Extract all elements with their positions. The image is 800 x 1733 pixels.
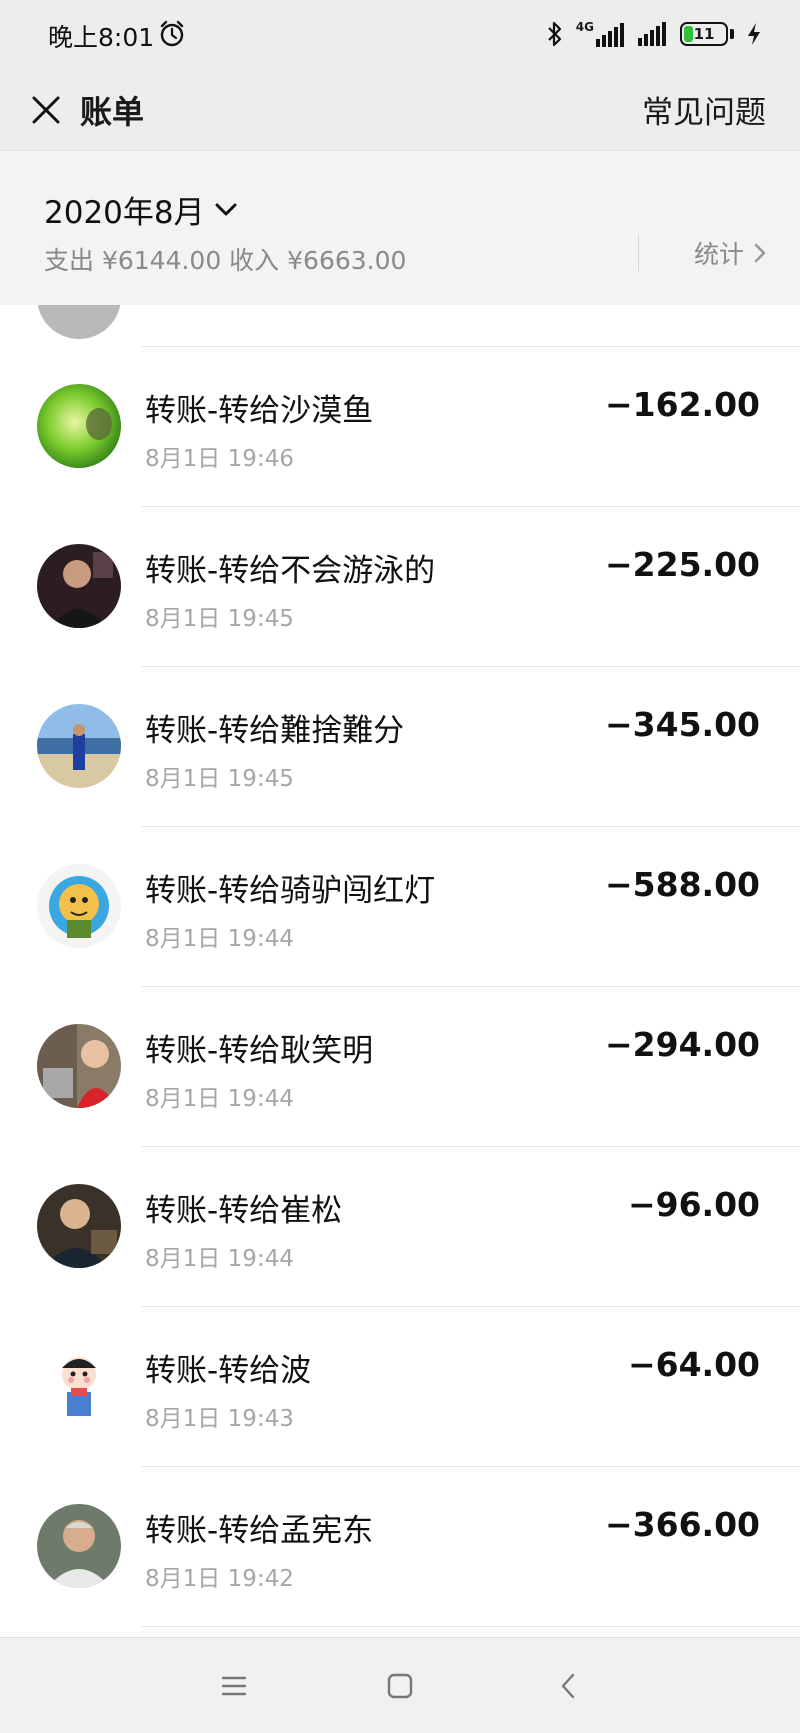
statistics-label: 统计 bbox=[693, 240, 744, 269]
transaction-amount: −96.00 bbox=[627, 1185, 760, 1224]
avatar bbox=[37, 1504, 121, 1588]
avatar bbox=[37, 544, 121, 628]
transaction-title: 转账-转给不会游泳的 bbox=[145, 553, 436, 589]
list-item[interactable]: 转账-转给崔松 8月1日 19:44 −96.00 bbox=[0, 1147, 800, 1307]
home-icon bbox=[387, 1673, 413, 1699]
avatar bbox=[37, 1184, 121, 1268]
month-label: 2020年8月 bbox=[44, 195, 205, 231]
avatar bbox=[37, 1024, 121, 1108]
transaction-title: 转账-转给難捨難分 bbox=[145, 713, 405, 749]
home-button[interactable] bbox=[382, 1668, 418, 1704]
charging-icon bbox=[748, 23, 760, 45]
list-item[interactable]: 转账-转给骑驴闯红灯 8月1日 19:44 −588.00 bbox=[0, 827, 800, 987]
transaction-amount: −225.00 bbox=[605, 545, 760, 584]
list-item[interactable]: 转账-转给波 8月1日 19:43 −64.00 bbox=[0, 1307, 800, 1467]
signal-icon-2 bbox=[638, 22, 666, 46]
transaction-amount: −294.00 bbox=[605, 1025, 760, 1064]
avatar bbox=[37, 864, 121, 948]
transaction-amount: −345.00 bbox=[605, 705, 760, 744]
nav-bar: 账单 常见问题 bbox=[0, 70, 800, 150]
battery-cap bbox=[730, 29, 734, 39]
month-picker[interactable]: 2020年8月 bbox=[44, 187, 237, 232]
avatar bbox=[37, 704, 121, 788]
transaction-amount: −366.00 bbox=[605, 1505, 760, 1544]
transaction-amount: −588.00 bbox=[605, 865, 760, 904]
transaction-title: 转账-转给沙漠鱼 bbox=[145, 393, 374, 429]
transaction-amount: −64.00 bbox=[627, 1345, 760, 1384]
list-item[interactable]: 转账-转给孟宪东 8月1日 19:42 −366.00 bbox=[0, 1467, 800, 1627]
signal-icon bbox=[596, 23, 624, 47]
network-type: 4G bbox=[575, 20, 594, 34]
avatar bbox=[37, 305, 121, 339]
transaction-time: 8月1日 19:45 bbox=[145, 606, 294, 632]
bluetooth-icon bbox=[548, 21, 561, 47]
alarm-icon bbox=[160, 20, 184, 47]
transaction-time: 8月1日 19:44 bbox=[145, 1086, 294, 1112]
transaction-time: 8月1日 19:45 bbox=[145, 766, 294, 792]
transaction-time: 8月1日 19:42 bbox=[145, 1566, 294, 1592]
income-expense-totals: 支出 ¥6144.00 收入 ¥6663.00 bbox=[44, 246, 407, 275]
battery-level bbox=[684, 26, 693, 42]
transaction-amount: −162.00 bbox=[605, 385, 760, 424]
transaction-time: 8月1日 19:44 bbox=[145, 926, 294, 952]
transaction-title: 转账-转给波 bbox=[145, 1353, 312, 1389]
list-item-clipped[interactable] bbox=[0, 305, 800, 347]
transaction-title: 转账-转给崔松 bbox=[145, 1193, 343, 1229]
chevron-right-icon bbox=[754, 243, 766, 263]
status-indicators: 4G 11 bbox=[546, 18, 762, 50]
page-title: 账单 bbox=[80, 93, 145, 131]
transaction-title: 转账-转给耿笑明 bbox=[145, 1033, 374, 1069]
list-item[interactable]: 转账-转给難捨難分 8月1日 19:45 −345.00 bbox=[0, 667, 800, 827]
list-item[interactable]: 转账-转给耿笑明 8月1日 19:44 −294.00 bbox=[0, 987, 800, 1147]
transaction-title: 转账-转给孟宪东 bbox=[145, 1513, 374, 1549]
row-separator bbox=[142, 1626, 800, 1627]
list-item[interactable]: 转账-转给不会游泳的 8月1日 19:45 −225.00 bbox=[0, 507, 800, 667]
network-indicator: 4G bbox=[576, 21, 626, 47]
statistics-button[interactable]: 统计 bbox=[694, 235, 766, 271]
battery-icon: 11 bbox=[680, 22, 728, 46]
transaction-time: 8月1日 19:46 bbox=[145, 446, 294, 472]
transaction-title: 转账-转给骑驴闯红灯 bbox=[145, 873, 436, 909]
menu-icon bbox=[221, 1676, 247, 1696]
avatar bbox=[37, 384, 121, 468]
status-bar: 晚上8:01 4G 11 bbox=[0, 0, 800, 70]
faq-link[interactable]: 常见问题 bbox=[642, 87, 766, 132]
list-item[interactable]: 转账-转给沙漠鱼 8月1日 19:46 −162.00 bbox=[0, 347, 800, 507]
transaction-time: 8月1日 19:43 bbox=[145, 1406, 294, 1432]
summary-divider bbox=[638, 235, 639, 271]
menu-button[interactable] bbox=[216, 1668, 252, 1704]
system-navigation-bar bbox=[0, 1637, 800, 1733]
avatar bbox=[37, 1344, 121, 1428]
chevron-down-icon bbox=[215, 203, 237, 215]
transaction-time: 8月1日 19:44 bbox=[145, 1246, 294, 1272]
status-time: 晚上8:01 bbox=[48, 23, 155, 52]
battery-percent: 11 bbox=[693, 25, 715, 43]
bill-summary: 2020年8月 支出 ¥6144.00 收入 ¥6663.00 统计 bbox=[0, 150, 800, 305]
back-icon bbox=[561, 1673, 575, 1699]
back-button[interactable] bbox=[550, 1668, 586, 1704]
transaction-list[interactable]: 转账-转给沙漠鱼 8月1日 19:46 −162.00 转账-转给不会游泳的 8… bbox=[0, 305, 800, 1637]
close-icon bbox=[32, 96, 60, 124]
close-button[interactable] bbox=[22, 86, 70, 134]
